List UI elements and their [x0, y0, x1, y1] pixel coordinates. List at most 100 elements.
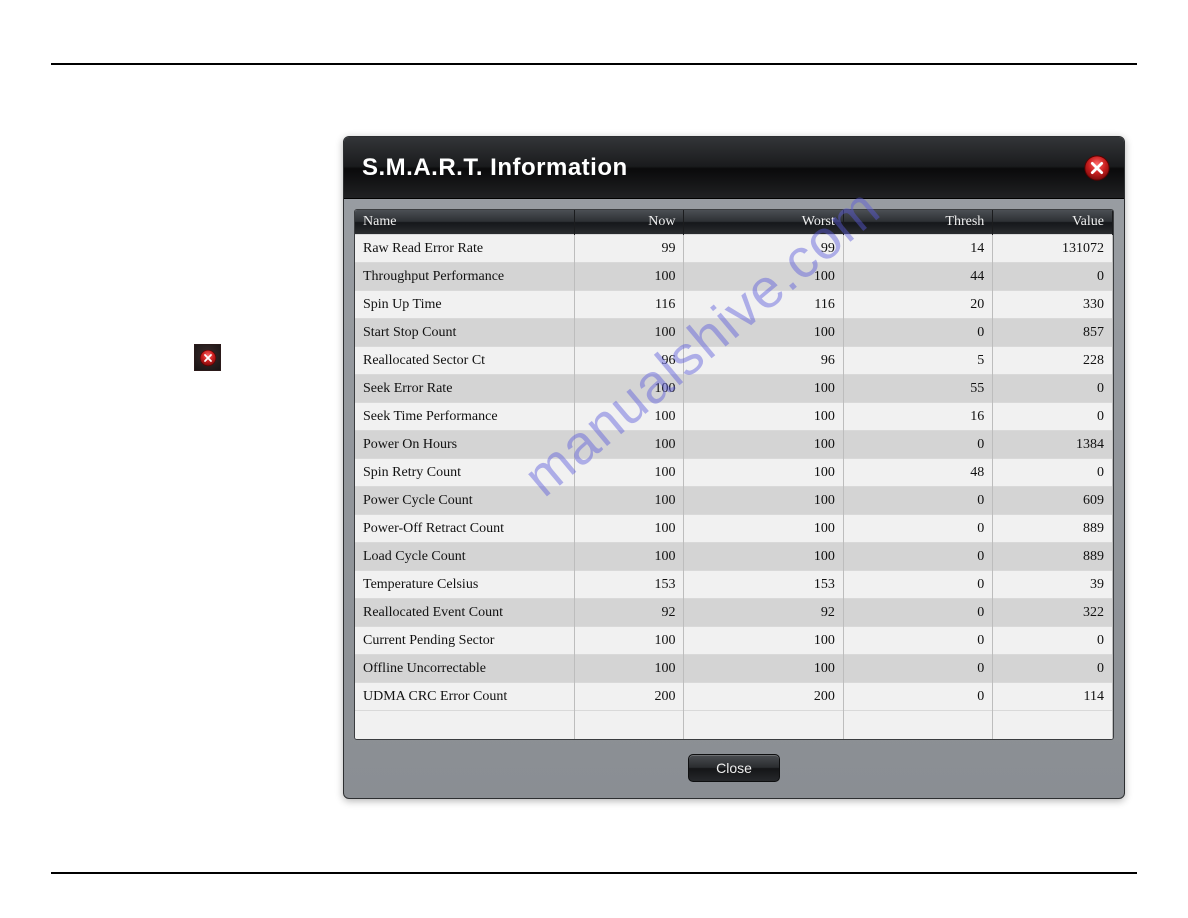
smart-info-dialog: S.M.A.R.T. Information Name Now Worst Th… [343, 136, 1125, 799]
cell-worst: 100 [684, 263, 843, 291]
table-header-row: Name Now Worst Thresh Value [355, 210, 1113, 235]
cell-value: 0 [993, 627, 1113, 655]
cell-thresh: 20 [843, 291, 992, 319]
table-row: Start Stop Count1001000857 [355, 319, 1113, 347]
cell-value: 609 [993, 487, 1113, 515]
cell-value: 39 [993, 571, 1113, 599]
cell-worst: 100 [684, 515, 843, 543]
col-thresh: Thresh [843, 210, 992, 235]
cell-worst: 100 [684, 627, 843, 655]
cell-thresh: 0 [843, 515, 992, 543]
cell-name: Throughput Performance [355, 263, 574, 291]
cell-thresh: 44 [843, 263, 992, 291]
table-row: Seek Error Rate100100550 [355, 375, 1113, 403]
cell-name: Spin Retry Count [355, 459, 574, 487]
cell-name: Current Pending Sector [355, 627, 574, 655]
cell-name: Reallocated Event Count [355, 599, 574, 627]
cell-thresh: 0 [843, 683, 992, 711]
table-row: Seek Time Performance100100160 [355, 403, 1113, 431]
cell-now: 100 [574, 627, 684, 655]
table-row: Reallocated Sector Ct96965228 [355, 347, 1113, 375]
cell-name: Temperature Celsius [355, 571, 574, 599]
cell-name: Offline Uncorrectable [355, 655, 574, 683]
close-icon [1083, 154, 1111, 182]
table-row-blank [355, 711, 1113, 739]
cell-worst: 100 [684, 655, 843, 683]
table-row: Throughput Performance100100440 [355, 263, 1113, 291]
cell-worst: 116 [684, 291, 843, 319]
table-row: Load Cycle Count1001000889 [355, 543, 1113, 571]
cell-thresh: 5 [843, 347, 992, 375]
cell-value: 114 [993, 683, 1113, 711]
table-row: Offline Uncorrectable10010000 [355, 655, 1113, 683]
cell-worst: 100 [684, 403, 843, 431]
table-row: Power Cycle Count1001000609 [355, 487, 1113, 515]
col-worst: Worst [684, 210, 843, 235]
cell-thresh: 0 [843, 543, 992, 571]
cell-value: 0 [993, 375, 1113, 403]
cell-thresh: 48 [843, 459, 992, 487]
table-row: Reallocated Event Count92920322 [355, 599, 1113, 627]
cell-name: Reallocated Sector Ct [355, 347, 574, 375]
cell-now: 96 [574, 347, 684, 375]
cell-now: 100 [574, 263, 684, 291]
cell-now: 116 [574, 291, 684, 319]
cell-now: 92 [574, 599, 684, 627]
cell-name: Power Cycle Count [355, 487, 574, 515]
cell-now: 200 [574, 683, 684, 711]
cell-now: 100 [574, 319, 684, 347]
close-button[interactable]: Close [688, 754, 780, 782]
col-value: Value [993, 210, 1113, 235]
cell-name: Power-Off Retract Count [355, 515, 574, 543]
cell-now: 100 [574, 431, 684, 459]
table-row: Current Pending Sector10010000 [355, 627, 1113, 655]
cell-thresh: 0 [843, 655, 992, 683]
cell-name: Start Stop Count [355, 319, 574, 347]
cell-thresh: 16 [843, 403, 992, 431]
cell-value: 322 [993, 599, 1113, 627]
cell-worst: 100 [684, 487, 843, 515]
smart-table-container: Name Now Worst Thresh Value Raw Read Err… [354, 209, 1114, 740]
cell-worst: 99 [684, 235, 843, 263]
cell-value: 0 [993, 403, 1113, 431]
cell-worst: 100 [684, 459, 843, 487]
cell-name: Power On Hours [355, 431, 574, 459]
table-row: Temperature Celsius153153039 [355, 571, 1113, 599]
cell-thresh: 0 [843, 571, 992, 599]
cell-thresh: 55 [843, 375, 992, 403]
cell-name: Spin Up Time [355, 291, 574, 319]
cell-value: 131072 [993, 235, 1113, 263]
cell-value: 889 [993, 543, 1113, 571]
table-row: UDMA CRC Error Count2002000114 [355, 683, 1113, 711]
cell-now: 100 [574, 515, 684, 543]
page-rule-bottom [51, 872, 1137, 874]
cell-worst: 100 [684, 543, 843, 571]
dialog-button-row: Close [344, 744, 1124, 798]
cell-worst: 200 [684, 683, 843, 711]
cell-name: Seek Error Rate [355, 375, 574, 403]
cell-name: Load Cycle Count [355, 543, 574, 571]
cell-worst: 153 [684, 571, 843, 599]
dialog-title: S.M.A.R.T. Information [362, 154, 628, 182]
cell-name: Seek Time Performance [355, 403, 574, 431]
dialog-titlebar: S.M.A.R.T. Information [344, 137, 1124, 199]
cell-name: UDMA CRC Error Count [355, 683, 574, 711]
close-icon-inline [194, 344, 221, 371]
cell-now: 100 [574, 543, 684, 571]
cell-value: 0 [993, 655, 1113, 683]
cell-thresh: 0 [843, 319, 992, 347]
cell-thresh: 0 [843, 599, 992, 627]
table-row: Raw Read Error Rate999914131072 [355, 235, 1113, 263]
cell-thresh: 14 [843, 235, 992, 263]
dialog-close-button[interactable] [1082, 153, 1112, 183]
cell-value: 0 [993, 263, 1113, 291]
cell-name: Raw Read Error Rate [355, 235, 574, 263]
cell-now: 99 [574, 235, 684, 263]
col-name: Name [355, 210, 574, 235]
cell-now: 100 [574, 487, 684, 515]
cell-thresh: 0 [843, 487, 992, 515]
cell-thresh: 0 [843, 431, 992, 459]
cell-value: 228 [993, 347, 1113, 375]
cell-worst: 100 [684, 375, 843, 403]
page-rule-top [51, 63, 1137, 65]
